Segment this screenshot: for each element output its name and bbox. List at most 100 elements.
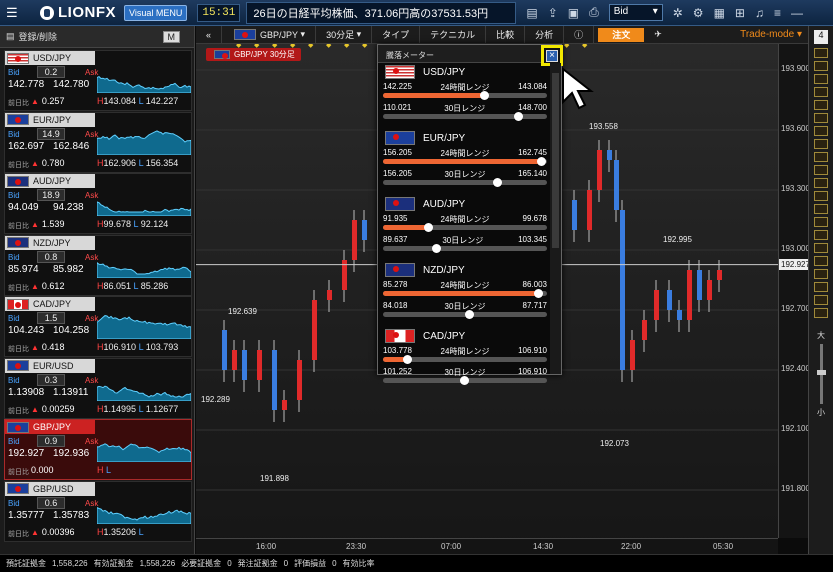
tool-button[interactable] <box>814 48 828 58</box>
mode-button[interactable]: M <box>162 30 180 43</box>
period-select[interactable]: 30分足 ▾ <box>316 25 373 44</box>
info-icon[interactable]: ⓘ <box>564 25 595 44</box>
ask-button[interactable]: 1.13911 <box>53 387 88 398</box>
candle <box>282 400 287 410</box>
analysis-button[interactable]: 分析 <box>525 25 565 44</box>
tool-button[interactable] <box>814 74 828 84</box>
save-icon[interactable]: ▤ <box>526 6 537 20</box>
rate-card-cad-jpy[interactable]: CAD/JPY Bid 1.5 Ask 104.243 104.258 前日比 ▲ 0.418 H… <box>4 296 192 357</box>
bid-button[interactable]: 192.927 <box>8 448 44 459</box>
bid-button[interactable]: 104.243 <box>8 325 44 336</box>
register-delete-link[interactable]: 登録/削除 <box>19 30 58 43</box>
meter-scroll-thumb[interactable] <box>552 73 559 248</box>
tool-button[interactable] <box>814 191 828 201</box>
tool-button[interactable] <box>814 139 828 149</box>
price-type-select[interactable]: Bid ▾ <box>608 4 663 21</box>
spread-value: 0.6 <box>37 496 65 509</box>
bid-button[interactable]: 1.35777 <box>8 510 44 521</box>
bell-icon[interactable]: ♫ <box>755 6 764 20</box>
tool-button[interactable] <box>814 178 828 188</box>
bid-button[interactable]: 162.697 <box>8 141 44 152</box>
low-marker: L <box>138 342 144 352</box>
tool-button[interactable] <box>814 217 828 227</box>
tool-button[interactable] <box>814 243 828 253</box>
rate-card-aud-jpy[interactable]: AUD/JPY Bid 18.9 Ask 94.049 94.238 前日比 ▲ 1.539 H9… <box>4 173 192 234</box>
rate-card-nzd-jpy[interactable]: NZD/JPY Bid 0.8 Ask 85.974 85.982 前日比 ▲ 0.612 H86… <box>4 234 192 296</box>
window-menu-icon[interactable]: ☰ <box>6 5 18 21</box>
tool-button[interactable] <box>814 152 828 162</box>
change-value-wrap: ▲ 0.418 <box>31 342 64 352</box>
news-ticker[interactable]: 26日の日経平均株価、371.06円高の37531.53円 <box>246 1 517 24</box>
ask-button[interactable]: 1.35783 <box>53 510 89 521</box>
high-value: 1.14995 <box>103 403 137 414</box>
eu-flag-icon <box>7 360 29 371</box>
gear-icon[interactable]: ⚙ <box>693 6 704 20</box>
compare-button[interactable]: 比較 <box>486 25 526 44</box>
tool-button[interactable] <box>814 165 828 175</box>
toggle-panel-icon[interactable]: « <box>196 25 223 44</box>
trade-mode-select[interactable]: Trade-mode ▾ <box>740 29 802 40</box>
ask-button[interactable]: 85.982 <box>53 264 84 275</box>
layout-icon[interactable]: ▦ <box>714 6 725 20</box>
rate-card-header: NZD/JPY <box>5 235 95 250</box>
type-button[interactable]: タイプ <box>372 25 421 44</box>
visual-menu-button[interactable]: Visual MENU <box>124 4 188 21</box>
export-icon[interactable]: ⇪ <box>548 6 558 20</box>
change-label: 前日比 <box>8 284 29 292</box>
tool-button[interactable] <box>814 230 828 240</box>
change-value-wrap: ▲ 1.539 <box>31 219 64 229</box>
bid-label: Bid <box>8 498 20 508</box>
rate-card-gbp-usd[interactable]: GBP/USD Bid 0.6 Ask 1.35777 1.35783 前日比 ▲ 0.0039… <box>4 480 192 542</box>
tool-button[interactable] <box>814 282 828 292</box>
range24-label: 24時間レンジ <box>440 215 490 224</box>
tool-button[interactable] <box>814 269 828 279</box>
bid-button[interactable]: 142.778 <box>8 79 44 90</box>
order-button[interactable]: 注文 <box>598 27 645 42</box>
ask-button[interactable]: 162.846 <box>53 141 89 152</box>
trade-mode-label: Trade-mode <box>740 29 795 40</box>
meter-pair-name: EUR/JPY <box>423 132 466 144</box>
pair-select[interactable]: GBP/JPY ▾ <box>222 25 317 44</box>
panel-number[interactable]: 4 <box>814 30 828 44</box>
tool-button[interactable] <box>814 113 828 123</box>
ask-button[interactable]: 192.936 <box>53 448 89 459</box>
rate-card-eur-usd[interactable]: EUR/USD Bid 0.3 Ask 1.13908 1.13911 前日比 ▲ 0.0025… <box>4 357 192 419</box>
tool-button[interactable] <box>814 100 828 110</box>
tool-button[interactable] <box>814 256 828 266</box>
range30-values: 156.205 30日レンジ 165.140 <box>383 169 547 180</box>
tool-button[interactable] <box>814 308 828 318</box>
tool-button[interactable] <box>814 126 828 136</box>
bid-label: Bid <box>8 252 20 262</box>
disk-icon[interactable]: ▣ <box>568 6 579 20</box>
tool-button[interactable] <box>814 61 828 71</box>
ask-button[interactable]: 94.238 <box>53 202 84 213</box>
price-annotation: 192.995 <box>663 235 692 244</box>
zoom-slider-handle[interactable] <box>816 370 826 375</box>
ask-button[interactable]: 142.780 <box>53 79 89 90</box>
register-icon[interactable]: ▤ <box>6 31 15 42</box>
tool-button[interactable] <box>814 295 828 305</box>
bid-button[interactable]: 85.974 <box>8 264 39 275</box>
rate-card-usd-jpy[interactable]: USD/JPY Bid 0.2 Ask 142.778 142.780 前日比 ▲ 0.257 H… <box>4 50 192 111</box>
rate-card-eur-jpy[interactable]: EUR/JPY Bid 14.9 Ask 162.697 162.846 前日比 ▲ 0.780… <box>4 111 192 173</box>
rise-fall-meter-window[interactable]: 騰落メーター × USD/JPY 142.225 24時間レンジ 143.084 110… <box>377 44 563 385</box>
grid-icon[interactable]: ⊞ <box>735 6 745 20</box>
bid-button[interactable]: 1.13908 <box>8 387 44 398</box>
technical-button[interactable]: テクニカル <box>420 25 487 44</box>
satellite-icon[interactable]: ✈ <box>644 26 672 44</box>
minimize-icon[interactable]: — <box>791 6 803 20</box>
menu-icon[interactable]: ≡ <box>774 6 781 20</box>
zoom-slider[interactable] <box>816 344 826 404</box>
print-icon[interactable]: ⎙ <box>589 5 599 20</box>
settings-icon[interactable]: ✲ <box>673 6 683 20</box>
rate-card-gbp-jpy[interactable]: GBP/JPY Bid 0.9 Ask 192.927 192.936 前日比 0.000 H … <box>4 419 192 480</box>
tool-button[interactable] <box>814 87 828 97</box>
order-margin-value: 0 <box>283 559 289 568</box>
zoom-in-label[interactable]: 大 <box>809 330 833 341</box>
bid-label: Bid <box>8 314 20 323</box>
ask-button[interactable]: 104.258 <box>53 325 89 336</box>
tool-button[interactable] <box>814 204 828 214</box>
zoom-out-label[interactable]: 小 <box>809 407 833 418</box>
meter-pair-name: NZD/JPY <box>423 264 465 276</box>
bid-button[interactable]: 94.049 <box>8 202 39 213</box>
